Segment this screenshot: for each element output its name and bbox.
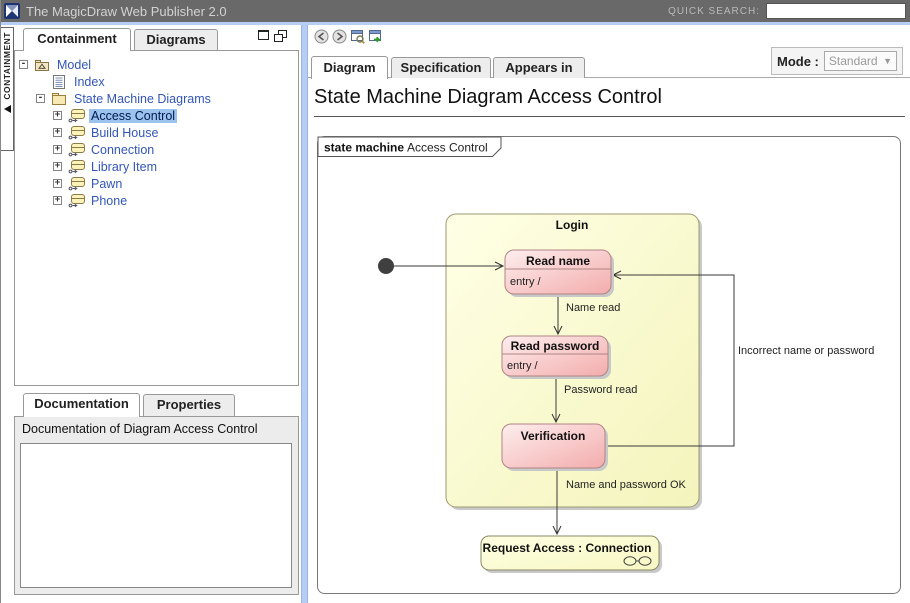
tree-item-phone[interactable]: + Phone — [53, 192, 129, 209]
tab-documentation-label: Documentation — [34, 396, 129, 411]
state-read-name[interactable]: Read name entry / — [505, 250, 614, 297]
frame-kind-label: state machine — [324, 141, 404, 155]
state-read-name-label: Read name — [526, 254, 590, 268]
statemachine-diagram-icon — [68, 194, 85, 208]
tree-item-label[interactable]: Connection — [89, 143, 156, 157]
collapse-expander-icon[interactable]: - — [36, 94, 45, 103]
state-machine-diagram: state machine Access Control Login — [317, 136, 901, 594]
tree-item-label[interactable]: State Machine Diagrams — [72, 92, 213, 106]
tab-documentation[interactable]: Documentation — [23, 393, 140, 417]
magicdraw-web-publisher-window: The MagicDraw Web Publisher 2.0 QUICK SE… — [0, 0, 910, 603]
app-title: The MagicDraw Web Publisher 2.0 — [26, 4, 227, 19]
collapse-expander-icon[interactable]: + — [53, 196, 62, 205]
page-title: State Machine Diagram Access Control — [314, 86, 662, 109]
folder-icon — [51, 92, 68, 106]
mode-select[interactable]: Standard ▼ — [824, 51, 897, 71]
tree-item-label[interactable]: Pawn — [89, 177, 124, 191]
forward-icon[interactable] — [332, 29, 347, 44]
back-icon[interactable] — [314, 29, 329, 44]
collapse-expander-icon[interactable]: - — [19, 60, 28, 69]
tab-properties-label: Properties — [157, 397, 221, 412]
statemachine-diagram-icon — [68, 160, 85, 174]
collapse-expander-icon[interactable]: + — [53, 162, 62, 171]
documentation-textarea[interactable] — [20, 443, 292, 588]
label-password-read: Password read — [564, 384, 637, 396]
tree-item-label[interactable]: Library Item — [89, 160, 159, 174]
state-verification[interactable]: Verification — [502, 424, 608, 471]
statemachine-diagram-icon — [68, 177, 85, 191]
tab-specification[interactable]: Specification — [391, 57, 491, 78]
minimize-panel-icon[interactable] — [258, 30, 269, 40]
statemachine-diagram-icon — [68, 143, 85, 157]
collapse-expander-icon[interactable]: + — [53, 128, 62, 137]
state-login-label: Login — [556, 218, 589, 232]
tab-diagrams-label: Diagrams — [146, 32, 205, 47]
state-read-password-label: Read password — [511, 339, 600, 353]
title-bar: The MagicDraw Web Publisher 2.0 QUICK SE… — [1, 0, 910, 22]
state-request-access[interactable]: Request Access : Connection — [481, 536, 662, 573]
tab-containment-label: Containment — [37, 31, 116, 46]
collapse-expander-icon[interactable]: + — [53, 179, 62, 188]
frame-name-label: Access Control — [407, 141, 488, 155]
collapse-expander-icon[interactable]: + — [53, 145, 62, 154]
tab-containment[interactable]: Containment — [23, 28, 131, 51]
content-panel: Diagram Specification Appears in Mode : … — [308, 25, 910, 603]
containment-collapse-label: CONTAINMENT — [2, 32, 12, 100]
mode-box: Mode : Standard ▼ — [771, 47, 903, 75]
tree-item-label[interactable]: Phone — [89, 194, 129, 208]
open-in-new-window-icon[interactable] — [368, 29, 383, 44]
tab-appears-in-label: Appears in — [505, 60, 572, 75]
quick-search-input[interactable] — [766, 3, 906, 19]
label-name-read: Name read — [566, 302, 620, 314]
tree-item-access-control[interactable]: + Access Control — [53, 107, 177, 124]
chevron-down-icon: ▼ — [883, 56, 892, 66]
state-read-password[interactable]: Read password entry / — [502, 336, 611, 379]
statemachine-diagram-icon — [68, 126, 85, 140]
mode-selected-value: Standard — [829, 54, 878, 68]
tab-properties[interactable]: Properties — [143, 394, 235, 417]
state-read-name-entry: entry / — [510, 276, 542, 288]
tree-item-pawn[interactable]: + Pawn — [53, 175, 124, 192]
tab-diagram-label: Diagram — [323, 60, 375, 75]
tab-diagram[interactable]: Diagram — [311, 56, 388, 79]
label-incorrect: Incorrect name or password — [738, 345, 874, 357]
tree-item-label[interactable]: Build House — [89, 126, 160, 140]
tab-diagrams[interactable]: Diagrams — [134, 29, 218, 51]
magicdraw-logo-icon — [4, 3, 20, 19]
tree-item-model[interactable]: - Model — [19, 56, 93, 73]
content-toolbar — [314, 29, 383, 44]
initial-state[interactable] — [378, 258, 394, 274]
tree-item-build-house[interactable]: + Build House — [53, 124, 160, 141]
tree-item-label[interactable]: Index — [72, 75, 107, 89]
documentation-header: Documentation of Diagram Access Control — [22, 422, 258, 436]
tab-appears-in[interactable]: Appears in — [493, 57, 585, 78]
tree-item-state-machine-diagrams[interactable]: - State Machine Diagrams — [36, 90, 213, 107]
tree-item-library-item[interactable]: + Library Item — [53, 158, 159, 175]
browser-panel: Containment Diagrams - Model Index - — [14, 25, 301, 603]
tree-item-label[interactable]: Access Control — [89, 109, 177, 123]
label-ok: Name and password OK — [566, 479, 686, 491]
statemachine-diagram-icon — [68, 109, 85, 123]
index-icon — [51, 75, 68, 89]
restore-panel-icon[interactable] — [274, 30, 287, 42]
collapse-expander-icon[interactable]: + — [53, 111, 62, 120]
state-request-access-label: Request Access : Connection — [483, 541, 652, 555]
collapse-arrow-icon — [4, 105, 11, 113]
package-icon — [34, 58, 51, 72]
panel-splitter[interactable] — [301, 25, 308, 603]
tree-item-connection[interactable]: + Connection — [53, 141, 156, 158]
title-rule — [314, 116, 905, 117]
quick-search-label: QUICK SEARCH: — [668, 6, 760, 17]
containment-collapse-tab[interactable]: CONTAINMENT — [1, 27, 14, 151]
state-read-password-entry: entry / — [507, 360, 539, 372]
state-verification-label: Verification — [521, 429, 586, 443]
specification-window-icon[interactable] — [350, 29, 365, 44]
tab-specification-label: Specification — [401, 60, 482, 75]
mode-label: Mode : — [777, 54, 819, 69]
tree-item-label[interactable]: Model — [55, 58, 93, 72]
tree-item-index[interactable]: Index — [36, 73, 107, 90]
